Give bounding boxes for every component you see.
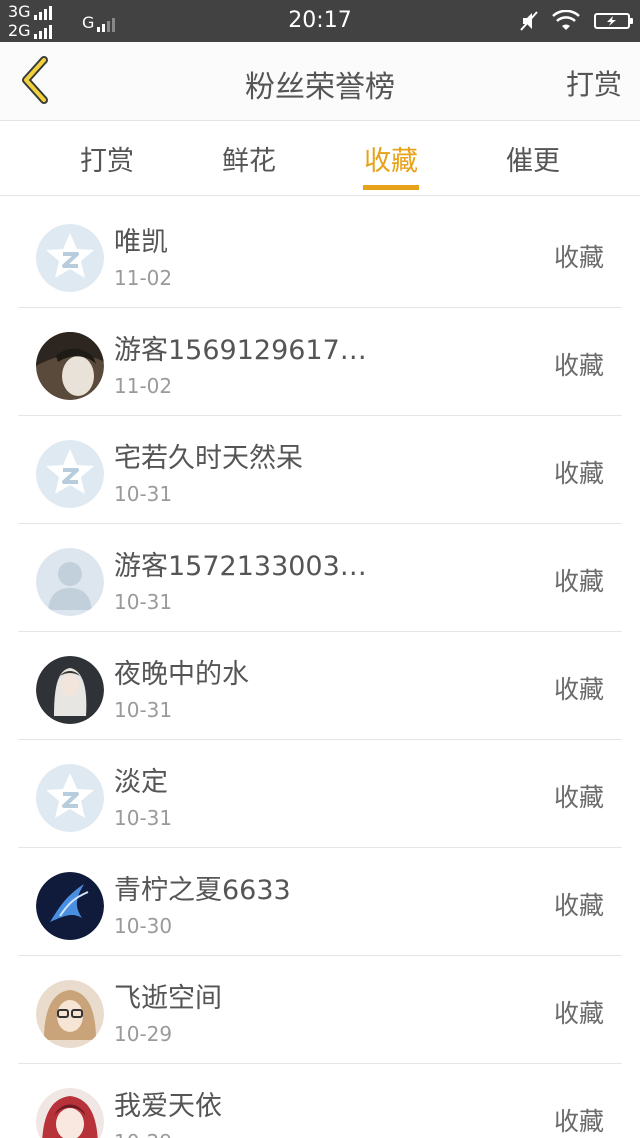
fan-list: 唯凯 11-02 收藏 游客1569129617… 11-02 收藏 宅若久时天… [0,196,640,1138]
fan-date: 10-31 [114,482,173,506]
tab-reward[interactable]: 打赏 [47,139,167,178]
fan-action-label: 收藏 [553,1107,604,1136]
tab-favorites[interactable]: 收藏 [331,139,451,178]
fan-name: 唯凯 [114,227,168,258]
active-tab-indicator [363,185,419,190]
fan-name: 淡定 [114,767,168,798]
user-photo-avatar-icon [36,980,104,1048]
fan-name: 我爱天依 [114,1091,222,1122]
list-item[interactable]: 唯凯 11-02 收藏 [18,200,622,308]
default-star-avatar-icon [36,224,104,292]
default-star-avatar-icon [36,764,104,832]
fan-action-label: 收藏 [553,783,604,812]
reward-button[interactable]: 打赏 [566,63,622,103]
fan-name: 青柠之夏6633 [114,875,291,906]
fan-date: 10-31 [114,806,173,830]
fan-date: 10-31 [114,590,173,614]
tab-bar: 打赏 鲜花 收藏 催更 [0,121,640,196]
default-star-avatar-icon [36,440,104,508]
tab-urge-update[interactable]: 催更 [473,139,593,178]
mute-icon [520,11,538,31]
fan-action-label: 收藏 [553,891,604,920]
fan-name: 游客1569129617… [114,335,364,366]
user-photo-avatar-icon [36,332,104,400]
user-photo-avatar-icon [36,1088,104,1138]
list-item[interactable]: 游客1572133003… 10-31 收藏 [18,524,622,632]
fan-action-label: 收藏 [553,675,604,704]
list-item[interactable]: 青柠之夏6633 10-30 收藏 [18,848,622,956]
list-item[interactable]: 我爱天依 10-29 收藏 [18,1064,622,1138]
fan-date: 10-31 [114,698,173,722]
list-item[interactable]: 飞逝空间 10-29 收藏 [18,956,622,1064]
fan-action-label: 收藏 [553,351,604,380]
user-photo-avatar-icon [36,872,104,940]
list-item[interactable]: 夜晚中的水 10-31 收藏 [18,632,622,740]
fan-action-label: 收藏 [553,459,604,488]
battery-charging-icon [594,13,633,29]
status-bar: 3G 2G G 20:17 [0,0,640,42]
list-item[interactable]: 淡定 10-31 收藏 [18,740,622,848]
fan-action-label: 收藏 [553,243,604,272]
fan-date: 10-30 [114,914,173,938]
fan-date: 10-29 [114,1130,172,1138]
tab-flowers[interactable]: 鲜花 [189,139,309,178]
list-item[interactable]: 宅若久时天然呆 10-31 收藏 [18,416,622,524]
wifi-icon [552,10,580,30]
fan-action-label: 收藏 [553,567,604,596]
user-photo-avatar-icon [36,656,104,724]
fan-action-label: 收藏 [553,999,604,1028]
fan-name: 夜晚中的水 [114,659,249,690]
app-header: 粉丝荣誉榜 打赏 [0,42,640,121]
list-item[interactable]: 游客1569129617… 11-02 收藏 [18,308,622,416]
fan-date: 10-29 [114,1022,173,1046]
fan-name: 游客1572133003… [114,551,364,582]
silhouette-avatar-icon [36,548,104,616]
fan-name: 飞逝空间 [114,983,222,1014]
fan-date: 11-02 [114,266,173,290]
fan-date: 11-02 [114,374,173,398]
fan-name: 宅若久时天然呆 [114,443,303,474]
page-title: 粉丝荣誉榜 [245,70,395,105]
